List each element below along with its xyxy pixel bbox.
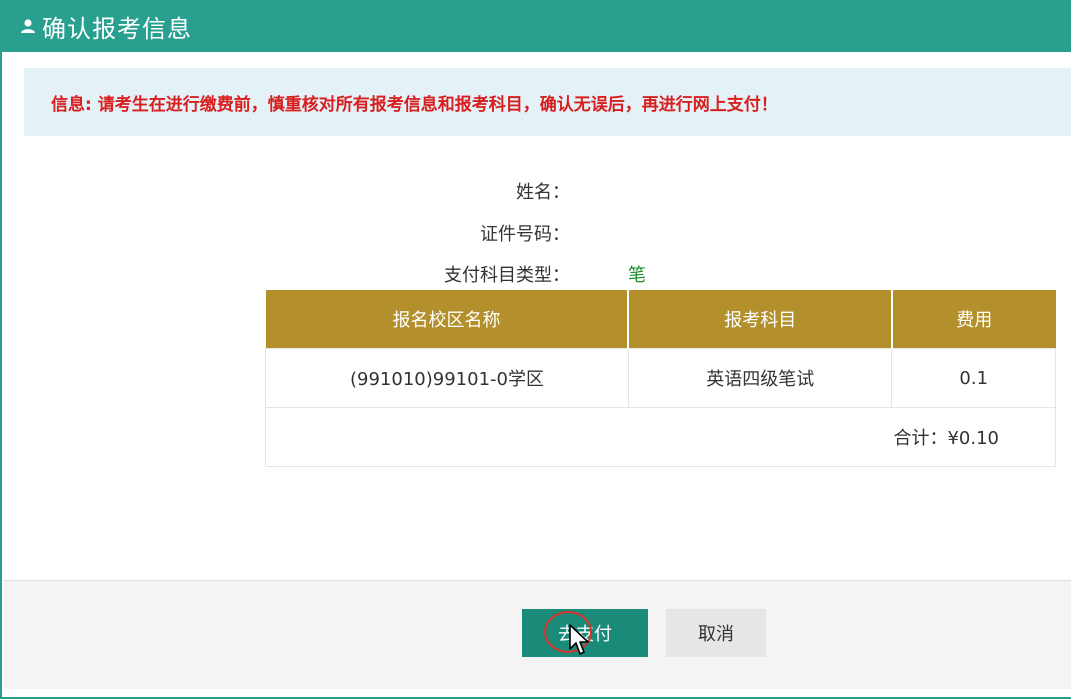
column-header-subject: 报考科目	[628, 290, 893, 349]
cell-campus: (991010)99101-0学区	[265, 348, 629, 408]
column-header-fee: 费用	[891, 290, 1056, 349]
column-header-campus: 报名校区名称	[265, 290, 630, 349]
notice-text: 信息: 请考生在进行缴费前，慎重核对所有报考信息和报考科目，确认无误后，再进行网…	[51, 94, 778, 115]
cancel-button[interactable]: 取消	[666, 609, 766, 657]
subject-type-label: 支付科目类型：	[444, 265, 570, 286]
dialog-window: 确认报考信息 信息: 请考生在进行缴费前，慎重核对所有报考信息和报考科目，确认无…	[0, 0, 1071, 699]
notice-banner: 信息: 请考生在进行缴费前，慎重核对所有报考信息和报考科目，确认无误后，再进行网…	[24, 68, 1071, 136]
fee-table: 报名校区名称 报考科目 费用 (991010)99101-0学区 英语四级笔试 …	[265, 290, 1056, 467]
table-header-row: 报名校区名称 报考科目 费用	[265, 290, 1056, 349]
name-label: 姓名：	[516, 182, 570, 203]
dialog-title: 确认报考信息	[42, 14, 192, 43]
user-icon	[20, 18, 36, 34]
table-row: (991010)99101-0学区 英语四级笔试 0.1	[265, 348, 1056, 408]
dialog-header: 确认报考信息	[2, 0, 1071, 52]
total-amount: 合计：¥0.10	[265, 407, 1056, 467]
mouse-cursor-icon	[569, 624, 591, 660]
id-label: 证件号码：	[480, 224, 570, 245]
total-row: 合计：¥0.10	[265, 407, 1056, 467]
cell-subject: 英语四级笔试	[627, 348, 893, 408]
cell-fee: 0.1	[891, 348, 1056, 408]
